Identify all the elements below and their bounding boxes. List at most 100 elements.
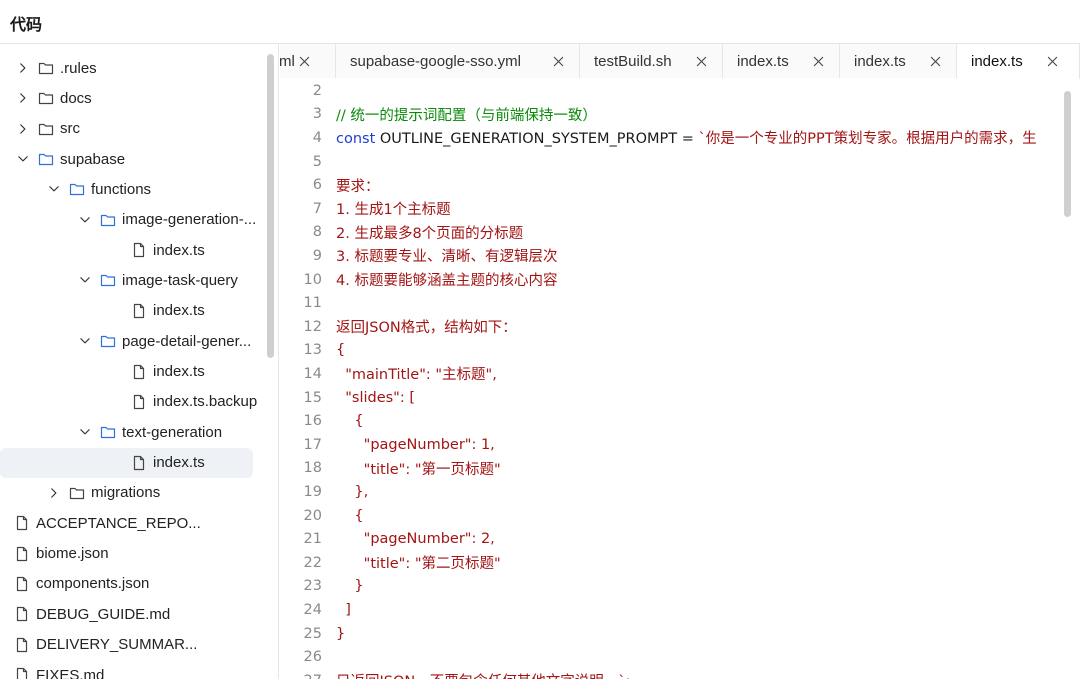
tree-item-label: FIXES.md: [36, 666, 105, 679]
folder-icon: [38, 60, 54, 76]
chevron-right-icon[interactable]: [16, 91, 30, 105]
tree-file[interactable]: index.ts.backup: [0, 387, 262, 417]
code-line: 9 3. 标题要专业、清晰、有逻辑层次: [280, 244, 1060, 268]
close-icon[interactable]: [927, 53, 943, 69]
tree-file[interactable]: ACCEPTANCE_REPO...: [0, 508, 262, 538]
tab[interactable]: ml: [280, 44, 336, 78]
close-icon[interactable]: [296, 53, 312, 69]
file-icon: [131, 455, 147, 471]
line-number: 11: [303, 295, 322, 312]
tree-file[interactable]: biome.json: [0, 539, 262, 569]
close-icon[interactable]: [693, 53, 709, 69]
tree-item-label: index.ts.backup: [153, 393, 258, 411]
tab-label: ml: [280, 52, 295, 70]
chevron-right-icon[interactable]: [16, 122, 30, 136]
chevron-down-icon[interactable]: [78, 425, 92, 439]
tree-file[interactable]: index.ts: [0, 357, 262, 387]
tree-item-label: index.ts: [153, 363, 205, 380]
line-number: 13: [303, 342, 322, 359]
tree-folder[interactable]: image-generation-...: [0, 205, 262, 235]
tree-folder[interactable]: docs: [0, 83, 262, 113]
code-string: "slides": [: [336, 389, 415, 406]
code-line: 23 }: [280, 575, 1060, 599]
tree-file[interactable]: index.ts: [0, 235, 262, 265]
sidebar-scrollbar[interactable]: [267, 54, 274, 358]
code-line: 12 返回JSON格式，结构如下：: [280, 315, 1060, 339]
code-text: const OUTLINE_GENERATION_SYSTEM_PROMPT =…: [336, 127, 1037, 148]
code-line: 16 {: [280, 409, 1060, 433]
tree-file[interactable]: index.ts: [0, 447, 253, 478]
line-number: 24: [303, 601, 322, 618]
line-number: 15: [303, 389, 322, 406]
folder-open-icon: [100, 333, 116, 349]
tree-file[interactable]: index.ts: [0, 296, 262, 326]
line-number: 26: [303, 649, 322, 666]
tree-folder[interactable]: image-task-query: [0, 265, 262, 295]
code-area[interactable]: 2 3 // 统一的提示词配置（与前端保持一致） 4 const OUTLINE_GEN…: [280, 79, 1060, 679]
code-string: ]: [336, 601, 351, 618]
chevron-down-icon[interactable]: [78, 213, 92, 227]
tree-folder[interactable]: src: [0, 114, 262, 144]
tree-item-label: image-task-query: [122, 271, 238, 289]
code-line: 21 "pageNumber": 2,: [280, 527, 1060, 551]
code-line: 26: [280, 645, 1060, 669]
line-number: 7: [312, 200, 322, 217]
chevron-down-icon[interactable]: [78, 273, 92, 287]
line-number: 10: [303, 271, 322, 288]
code-line: 7 1. 生成1个主标题: [280, 197, 1060, 221]
code-text: {: [336, 342, 345, 358]
code-editor: ml supabase-google-sso.yml testBuild.sh ind…: [280, 44, 1080, 679]
tree-folder[interactable]: text-generation: [0, 417, 262, 447]
tree-item-label: components.json: [36, 575, 150, 593]
code-text: // 统一的提示词配置（与前端保持一致）: [336, 104, 597, 125]
tree-folder[interactable]: .rules: [0, 53, 262, 83]
close-icon[interactable]: [1044, 53, 1060, 69]
tree-item-label: index.ts: [153, 302, 205, 320]
tree-item-label: image-generation-...: [122, 211, 257, 229]
code-text: 3. 标题要专业、清晰、有逻辑层次: [336, 245, 557, 266]
tree-folder[interactable]: migrations: [0, 478, 262, 508]
app-header: 代码: [0, 0, 1080, 44]
code-text: 要求：: [336, 175, 380, 196]
tree-file[interactable]: DEBUG_GUIDE.md: [0, 599, 262, 629]
folder-icon: [38, 90, 54, 106]
code-string: {: [336, 413, 364, 430]
chevron-right-icon[interactable]: [47, 486, 61, 500]
code-string: "title": "第一页标题": [336, 461, 501, 478]
close-icon[interactable]: [550, 53, 566, 69]
line-number: 17: [303, 436, 322, 453]
code-text: {: [336, 508, 363, 524]
code-keyword: const: [336, 131, 376, 148]
code-line: 5: [280, 150, 1060, 174]
chevron-down-icon[interactable]: [16, 152, 30, 166]
code-line: 4 const OUTLINE_GENERATION_SYSTEM_PROMPT …: [280, 126, 1060, 150]
tab[interactable]: index.ts: [840, 44, 957, 78]
line-number: 8: [312, 224, 322, 241]
tree-item-label: migrations: [91, 484, 161, 502]
tree-file[interactable]: DELIVERY_SUMMAR...: [0, 630, 262, 660]
code-text: }: [336, 626, 345, 642]
code-string: 2. 生成最多8个页面的分标题: [336, 225, 524, 242]
close-icon[interactable]: [810, 53, 826, 69]
file-icon: [14, 546, 30, 562]
chevron-down-icon[interactable]: [47, 182, 61, 196]
tab-active[interactable]: index.ts: [957, 44, 1080, 79]
chevron-right-icon[interactable]: [16, 61, 30, 75]
code-line: 22 "title": "第二页标题": [280, 551, 1060, 575]
code-text: }: [336, 578, 363, 594]
tree-file[interactable]: FIXES.md: [0, 660, 262, 679]
code-line: 2: [280, 79, 1060, 103]
tree-folder[interactable]: functions: [0, 174, 262, 204]
tab[interactable]: supabase-google-sso.yml: [336, 44, 580, 78]
tab[interactable]: testBuild.sh: [580, 44, 723, 78]
tree-file[interactable]: components.json: [0, 569, 262, 599]
code-line: 3 // 统一的提示词配置（与前端保持一致）: [280, 103, 1060, 127]
chevron-down-icon[interactable]: [78, 334, 92, 348]
tree-folder[interactable]: supabase: [0, 144, 262, 174]
code-text: "title": "第一页标题": [336, 458, 501, 479]
editor-scrollbar[interactable]: [1064, 91, 1071, 217]
line-number: 3: [312, 106, 322, 123]
code-text: 只返回JSON，不要包含任何其他文字说明。`;: [336, 670, 630, 679]
tree-folder[interactable]: page-detail-gener...: [0, 326, 262, 356]
tab[interactable]: index.ts: [723, 44, 840, 78]
